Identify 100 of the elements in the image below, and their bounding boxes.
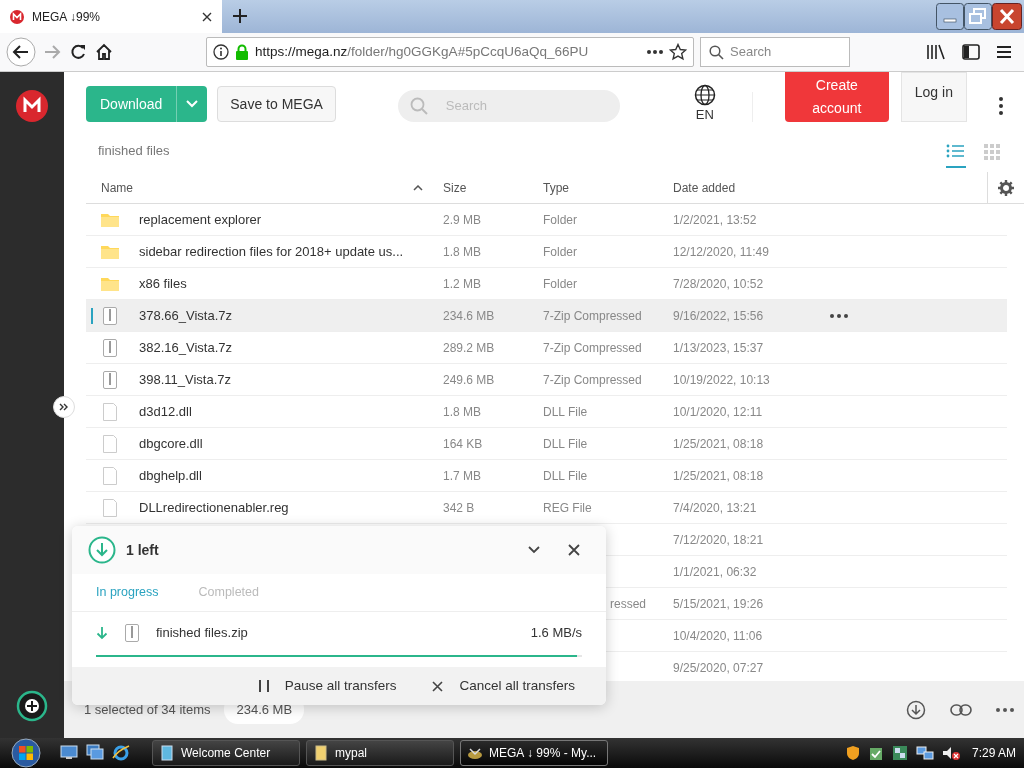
- home-icon[interactable]: [94, 42, 114, 62]
- date-added: 1/25/2021, 08:18: [673, 468, 764, 483]
- file-name[interactable]: DLLredirectionenabler.reg: [139, 499, 289, 515]
- file-type: 7-Zip Compressed: [543, 372, 642, 387]
- more-icon[interactable]: [830, 313, 848, 318]
- security-icon: [867, 745, 884, 761]
- library-icon[interactable]: [926, 43, 946, 61]
- file-size: 1.7 MB: [443, 468, 481, 483]
- lock-icon: [235, 44, 249, 60]
- chevron-down-icon[interactable]: [528, 546, 540, 554]
- browser-search-field[interactable]: Search: [700, 37, 850, 67]
- info-icon: [213, 44, 229, 60]
- maximize-icon[interactable]: [964, 3, 992, 30]
- more-icon[interactable]: [996, 707, 1014, 712]
- file-type: ressed: [610, 596, 647, 611]
- sidebar-icon[interactable]: [962, 44, 980, 60]
- list-view-icon[interactable]: [946, 142, 966, 160]
- file-name[interactable]: dbghelp.dll: [139, 467, 202, 483]
- file-name[interactable]: 398.11_Vista.7z: [139, 371, 232, 387]
- language-selector[interactable]: EN: [693, 84, 716, 125]
- column-header[interactable]: Name: [101, 179, 133, 197]
- close-icon: [432, 680, 444, 692]
- create-account-button[interactable]: Create account: [784, 72, 889, 122]
- file-type: DLL File: [543, 436, 588, 451]
- search-icon: [409, 97, 428, 115]
- archive-file-icon: [100, 369, 120, 390]
- sort-up-icon[interactable]: [413, 185, 423, 191]
- double-chevron-icon: [59, 403, 69, 411]
- volume-muted-icon: [941, 745, 960, 761]
- file-type: DLL File: [543, 404, 588, 419]
- breadcrumb[interactable]: finished files: [98, 141, 170, 161]
- log-in-button[interactable]: Log in: [900, 72, 967, 122]
- link-icon[interactable]: [950, 702, 972, 717]
- file-size: 1.8 MB: [443, 404, 481, 419]
- cancel-all-button[interactable]: Cancel all transfers: [431, 674, 576, 698]
- file-name[interactable]: x86 files: [139, 275, 187, 291]
- date-added: 5/15/2021, 19:26: [673, 596, 764, 611]
- status-ring-icon[interactable]: [16, 690, 48, 722]
- clock: 7:29 AM: [971, 745, 1016, 762]
- date-added: 1/13/2023, 15:37: [673, 340, 764, 355]
- file-size: 234.6 MB: [443, 308, 495, 323]
- archive-file-icon: [124, 622, 140, 643]
- close-icon[interactable]: [202, 11, 212, 22]
- close-icon[interactable]: [568, 544, 580, 556]
- browser-icon[interactable]: [112, 744, 130, 762]
- download-icon[interactable]: [906, 699, 926, 720]
- file-type: 7-Zip Compressed: [543, 308, 642, 323]
- file-name[interactable]: 378.66_Vista.7z: [139, 307, 232, 323]
- date-added: 10/1/2020, 12:11: [673, 404, 763, 419]
- more-icon[interactable]: [998, 97, 1003, 115]
- archive-file-icon: [100, 337, 120, 358]
- file-type: REG File: [543, 500, 592, 515]
- column-header[interactable]: Type: [543, 181, 569, 195]
- file-row[interactable]: 378.66_Vista.7z 234.6 MB 7-Zip Compressed 9/16/2022, 15:56: [86, 300, 1007, 332]
- back-icon[interactable]: [6, 37, 36, 67]
- desktop-icon[interactable]: [60, 744, 78, 760]
- settings-icon[interactable]: [998, 180, 1014, 196]
- bookmark-star-icon[interactable]: [669, 43, 687, 61]
- app-icon: [467, 745, 483, 761]
- taskbar-button[interactable]: MEGA ↓ 99% - My...: [460, 740, 608, 766]
- date-added: 10/4/2020, 11:06: [673, 628, 763, 643]
- selection-count: 1 selected of 34 items: [84, 700, 211, 719]
- archive-file-icon: [100, 305, 120, 326]
- file-name[interactable]: replacement explorer: [139, 211, 262, 227]
- transfer-file-name: finished files.zip: [156, 623, 249, 642]
- file-type: DLL File: [543, 468, 588, 483]
- file-icon: [100, 497, 120, 518]
- transfer-speed: 1.6 MB/s: [530, 623, 582, 642]
- more-icon[interactable]: [647, 50, 663, 54]
- file-icon: [100, 465, 120, 486]
- file-icon: [100, 433, 120, 454]
- mega-logo-icon[interactable]: [16, 90, 48, 122]
- expand-sidebar-button[interactable]: [53, 396, 75, 418]
- file-type: Folder: [543, 244, 577, 259]
- file-name[interactable]: dbgcore.dll: [139, 435, 203, 451]
- window-switch-icon[interactable]: [86, 744, 104, 760]
- reload-icon[interactable]: [68, 42, 88, 62]
- file-name[interactable]: sidebar redirection files for 2018+ update us...: [139, 243, 404, 259]
- taskbar-button[interactable]: Welcome Center: [152, 740, 300, 766]
- file-size: 1.8 MB: [443, 244, 481, 259]
- date-added: 7/4/2020, 13:21: [673, 500, 757, 515]
- address-field[interactable]: https://mega.nz/folder/hg0GGKgA#5pCcqU6aQq_66PU: [206, 37, 694, 67]
- minimize-icon[interactable]: [936, 3, 964, 30]
- menu-icon[interactable]: [996, 45, 1012, 59]
- folder-icon: [313, 745, 329, 761]
- column-header[interactable]: Date added: [673, 181, 736, 195]
- taskbar-button[interactable]: mypal: [306, 740, 454, 766]
- column-header[interactable]: Size: [443, 181, 467, 195]
- file-name[interactable]: d3d12.dll: [139, 403, 192, 419]
- download-status-icon: [88, 536, 116, 564]
- date-added: 1/2/2021, 13:52: [673, 212, 757, 227]
- new-tab-icon[interactable]: [232, 8, 248, 24]
- file-name[interactable]: 382.16_Vista.7z: [139, 339, 232, 355]
- browser-tab[interactable]: MEGA ↓99%: [0, 0, 222, 33]
- date-added: 9/16/2022, 15:56: [673, 308, 764, 323]
- file-type: Folder: [543, 212, 577, 227]
- save-to-mega-button[interactable]: Save to MEGA: [217, 86, 336, 122]
- date-added: 9/25/2020, 07:27: [673, 660, 764, 675]
- close-icon[interactable]: [992, 3, 1022, 30]
- date-added: 7/12/2020, 18:21: [673, 532, 764, 547]
